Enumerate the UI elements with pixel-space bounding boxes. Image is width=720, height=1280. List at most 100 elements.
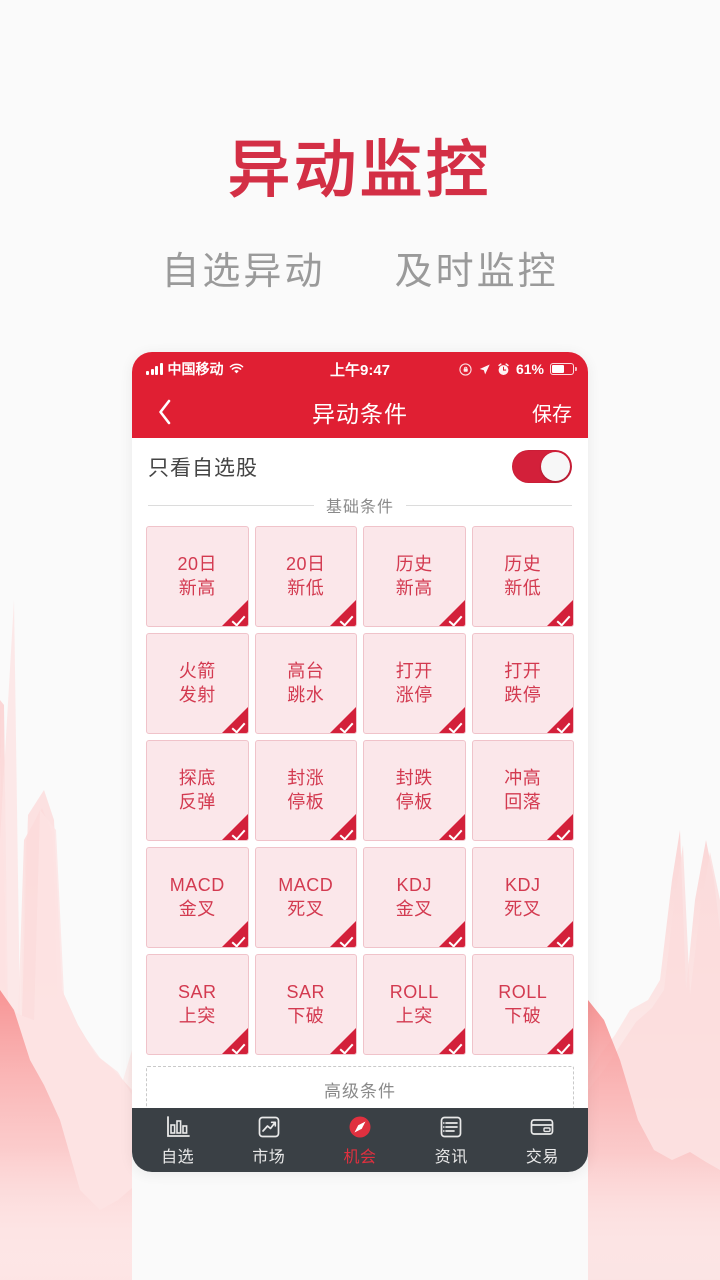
condition-card-label: ROLL 上突 (390, 981, 439, 1029)
condition-card[interactable]: 冲高 回落 (471, 740, 574, 841)
screen-body: 只看自选股 基础条件 20日 新高 20日 新低 历史 新高 历史 新低 火箭 发射 高台 跳水 打开涨… (132, 438, 588, 1172)
condition-card-line1: ROLL (389, 981, 439, 1002)
condition-card[interactable]: KDJ 金叉 (363, 847, 466, 948)
selected-check-icon (330, 921, 356, 947)
selected-check-icon (547, 921, 573, 947)
condition-card-label: 冲高 回落 (504, 767, 541, 815)
tab-label: 机会 (343, 1148, 377, 1166)
watchlist-only-row: 只看自选股 (132, 438, 588, 493)
watchlist-only-label: 只看自选股 (148, 456, 258, 480)
tab-交易[interactable]: 交易 (497, 1114, 588, 1167)
condition-card-line1: 20日 (285, 553, 326, 574)
selected-check-icon (547, 1028, 573, 1054)
condition-card[interactable]: ROLL 上突 (363, 954, 466, 1055)
condition-card[interactable]: 火箭 发射 (146, 633, 249, 734)
condition-card-line1: 火箭 (178, 660, 216, 681)
selected-check-icon (438, 921, 465, 947)
condition-card-line2: 新低 (504, 577, 542, 598)
condition-card-line2: 停板 (287, 791, 325, 812)
condition-card-label: 20日 新低 (286, 553, 326, 601)
condition-card-line1: SAR (286, 981, 325, 1002)
condition-card[interactable]: 打开 跌停 (471, 633, 574, 734)
nav-title: 异动条件 (312, 401, 408, 427)
condition-card[interactable]: MACD 死叉 (254, 847, 357, 948)
basic-section-title: 基础条件 (326, 499, 395, 516)
condition-card-label: 封跌 停板 (396, 767, 433, 815)
status-bar: 中国移动 上午9:47 61% (132, 352, 588, 386)
condition-card-line2: 死叉 (504, 898, 542, 919)
selected-check-icon (438, 600, 465, 626)
chevron-left-icon (159, 399, 171, 425)
condition-card[interactable]: 20日新高 (146, 526, 249, 627)
tab-bar: 自选 市场 机会 资讯 交易 (132, 1108, 588, 1172)
promo-subtitle: 自选异动 及时监控 (0, 240, 720, 295)
compass-icon (347, 1114, 373, 1140)
tab-市场[interactable]: 市场 (223, 1114, 314, 1167)
tab-label: 资讯 (434, 1148, 468, 1166)
condition-card[interactable]: 封涨 停板 (254, 740, 357, 841)
condition-card[interactable]: 探底 反弹 (146, 740, 249, 841)
tab-自选[interactable]: 自选 (132, 1114, 223, 1167)
condition-card[interactable]: 20日 新低 (254, 526, 357, 627)
tab-label: 市场 (252, 1148, 286, 1166)
condition-card-line2: 上突 (178, 1005, 216, 1026)
subtitle-right: 及时监控 (394, 251, 559, 293)
divider-left (148, 504, 314, 506)
condition-card-line1: 20日 (177, 553, 218, 574)
condition-card-line2: 下破 (287, 1005, 325, 1026)
condition-card-line1: SAR (177, 981, 217, 1002)
rotation-lock-icon (459, 362, 472, 376)
condition-card-line1: 历史 (504, 553, 542, 574)
condition-card[interactable]: KDJ 死叉 (471, 847, 574, 948)
condition-card[interactable]: 历史 新低 (471, 526, 574, 627)
condition-card[interactable]: 封跌 停板 (363, 740, 466, 841)
selected-check-icon (438, 707, 465, 733)
condition-card-line2: 死叉 (287, 898, 325, 919)
selected-check-icon (547, 600, 573, 626)
selected-check-icon (547, 707, 573, 733)
selected-check-icon (221, 1028, 248, 1054)
condition-card[interactable]: 历史 新高 (363, 526, 466, 627)
selected-check-icon (330, 1028, 356, 1054)
battery-percent-label: 61% (515, 361, 544, 377)
condition-card-label: 探底 反弹 (179, 767, 216, 815)
condition-grid: 20日 新高 20日 新低 历史 新高 历史 新低 火箭 发射 高台 跳水 打开 涨停 打开 跌停 探底 反弹 封涨… (132, 526, 588, 1055)
back-button[interactable] (148, 395, 182, 429)
condition-card-line1: KDJ (504, 874, 541, 895)
condition-card-line1: 封涨 (287, 767, 325, 788)
condition-card-line2: 发射 (178, 684, 216, 705)
page-title: 异动监控 (227, 136, 492, 205)
condition-card-label: 历史 新低 (504, 553, 541, 601)
trend-up-icon (256, 1114, 282, 1140)
condition-card-line2: 回落 (504, 791, 542, 812)
condition-card[interactable]: ROLL 下破 (471, 954, 574, 1055)
condition-card[interactable]: MACD 金叉 (146, 847, 249, 948)
condition-card-line2: 新高 (178, 577, 216, 598)
selected-check-icon (438, 1028, 465, 1054)
selected-check-icon (221, 814, 248, 840)
condition-card[interactable]: SAR 上突 (146, 954, 249, 1055)
condition-card[interactable]: SAR 下破 (254, 954, 357, 1055)
condition-card-line1: ROLL (498, 981, 548, 1002)
status-bar-right: 61% (459, 361, 577, 377)
selected-check-icon (547, 814, 573, 840)
condition-card-line2: 停板 (395, 791, 433, 812)
watchlist-only-toggle[interactable] (512, 450, 572, 483)
condition-card-line1: 高台 (287, 660, 325, 681)
condition-card-line2: 上突 (395, 1005, 433, 1026)
condition-card-line1: 封跌 (395, 767, 433, 788)
card-icon (529, 1114, 555, 1140)
tab-机会[interactable]: 机会 (314, 1114, 405, 1167)
selected-check-icon (221, 707, 248, 733)
condition-card-label: 封涨 停板 (287, 767, 324, 815)
selected-check-icon (330, 600, 356, 626)
condition-card[interactable]: 高台 跳水 (254, 633, 357, 734)
condition-card-label: 打开 涨停 (396, 660, 433, 708)
condition-card[interactable]: 打开 涨停 (363, 633, 466, 734)
condition-card-line1: 历史 (395, 553, 433, 574)
save-button[interactable]: 保存 (532, 398, 572, 427)
promo-headline: 异动监控 (0, 138, 720, 203)
tab-资讯[interactable]: 资讯 (406, 1114, 497, 1167)
condition-card-label: SAR 上突 (178, 981, 217, 1029)
condition-card-line1: MACD (278, 874, 334, 895)
